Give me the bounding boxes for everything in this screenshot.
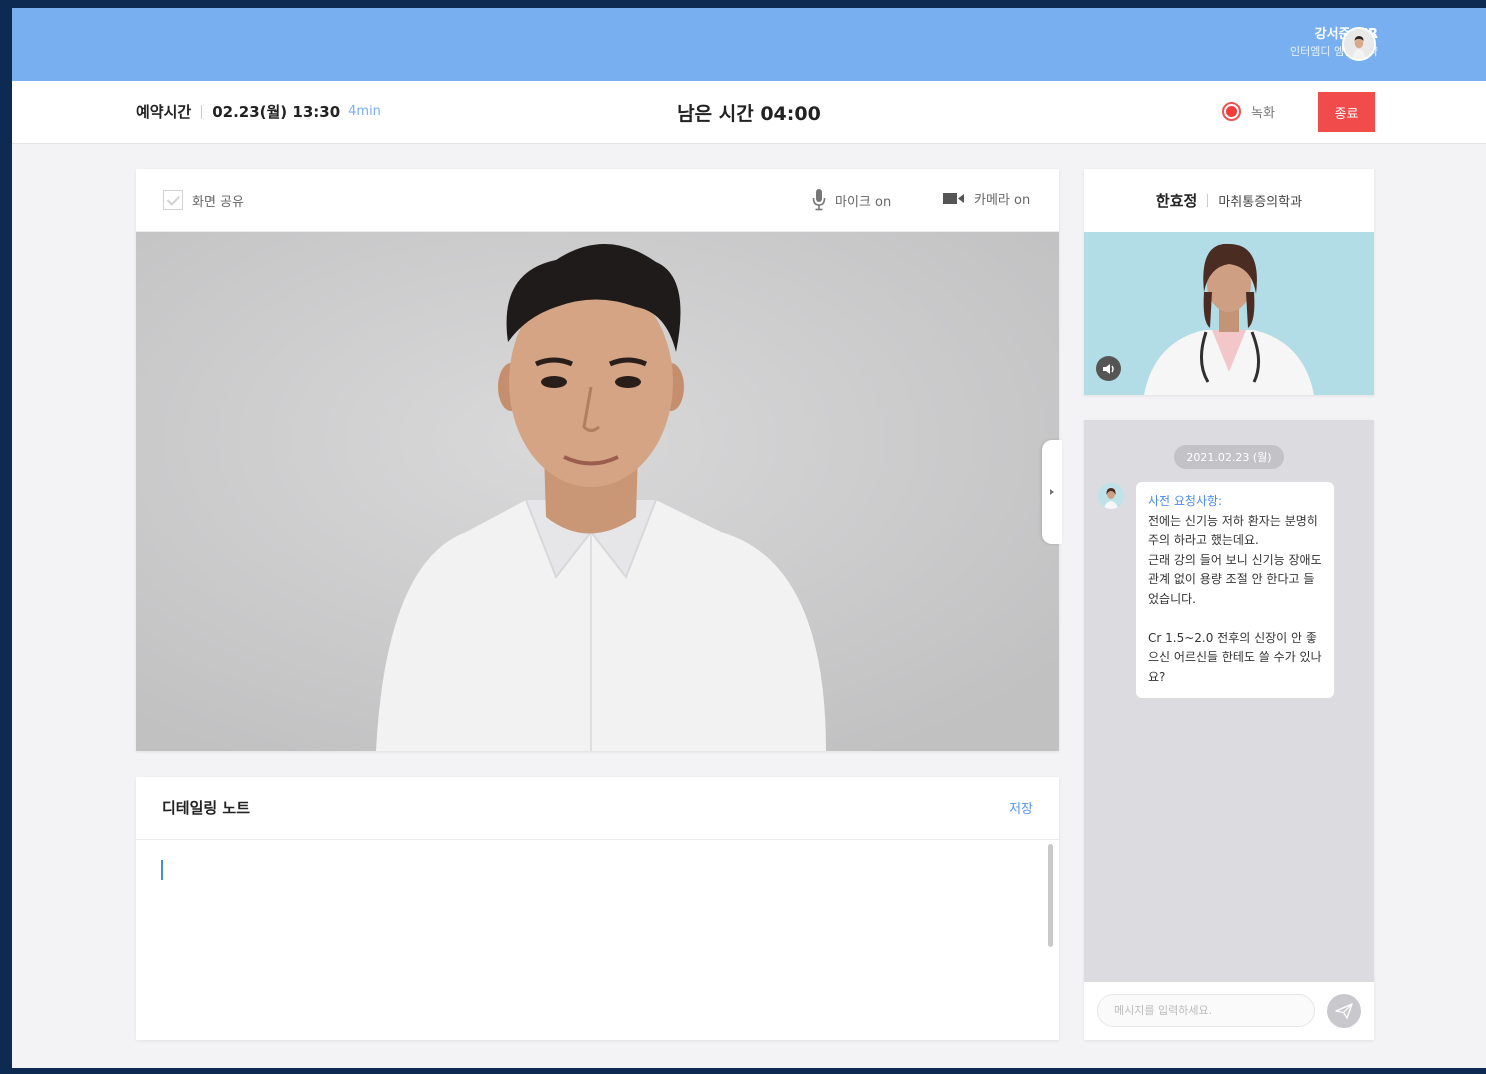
mic-label: 마이크 on <box>835 194 892 210</box>
mic-toggle[interactable]: 마이크 on <box>812 189 891 211</box>
camera-label: 카메라 on <box>974 193 1031 208</box>
doctor-video-image <box>1084 232 1374 395</box>
chat-message-title: 사전 요청사항: <box>1148 494 1223 508</box>
chat-collapse-handle[interactable] <box>1042 440 1062 544</box>
screen-share-toggle[interactable]: 화면 공유 <box>163 190 244 210</box>
user-avatar-image <box>1344 29 1374 59</box>
doctor-avatar-image <box>1098 483 1124 509</box>
chat-message-bubble: 사전 요청사항: 전에는 신기능 저하 환자는 분명히 주의 하라고 했는데요.… <box>1136 482 1334 698</box>
top-bar: 강서준 MR 인터엠디 엠알 제약 <box>12 8 1486 81</box>
screen-share-label: 화면 공유 <box>192 194 244 210</box>
record-label: 녹화 <box>1251 106 1275 121</box>
doctor-name: 한효정 <box>1155 192 1198 210</box>
note-save-button[interactable]: 저장 <box>1009 798 1033 817</box>
chat-panel: 2021.02.23 (월) 사전 요청사항: 전에는 신기능 저하 환자는 분… <box>1084 420 1374 1040</box>
end-button[interactable]: 종료 <box>1318 92 1375 132</box>
app-window: 강서준 MR 인터엠디 엠알 제약 예약시간 02.23(월) 13:30 4m… <box>12 8 1486 1068</box>
camera-toggle[interactable]: 카메라 on <box>943 189 1030 208</box>
note-title: 디테일링 노트 <box>162 799 251 817</box>
detailing-note-panel: 디테일링 노트 저장 <box>136 777 1059 1040</box>
chat-input-bar <box>1084 982 1374 1040</box>
text-caret <box>161 860 163 880</box>
doctor-video-feed <box>1084 232 1374 395</box>
note-textarea[interactable] <box>136 841 1059 1040</box>
person-video-image <box>136 232 1059 751</box>
doctor-chat-avatar <box>1098 483 1124 509</box>
chat-date-badge: 2021.02.23 (월) <box>1174 445 1284 469</box>
remote-video-feed <box>136 232 1059 751</box>
speaker-icon[interactable] <box>1096 356 1121 381</box>
microphone-icon <box>812 189 826 211</box>
paper-plane-icon <box>1335 1003 1353 1019</box>
doctor-department: 마취통증의학과 <box>1218 195 1303 210</box>
send-button[interactable] <box>1327 994 1361 1028</box>
note-scrollbar[interactable] <box>1048 844 1053 947</box>
note-header: 디테일링 노트 저장 <box>136 777 1059 840</box>
main-video-panel: 화면 공유 마이크 on 카메라 on <box>136 169 1059 751</box>
video-camera-icon <box>943 193 964 204</box>
record-dot-icon <box>1222 102 1241 121</box>
checkbox-icon[interactable] <box>163 190 183 210</box>
speaker-glyph <box>1102 363 1114 374</box>
session-header: 예약시간 02.23(월) 13:30 4min 남은 시간 04:00 녹화 … <box>12 81 1486 144</box>
chat-message-text: 전에는 신기능 저하 환자는 분명히 주의 하라고 했는데요. 근래 강의 들어… <box>1148 513 1322 684</box>
chevron-right-icon <box>1050 489 1054 495</box>
user-avatar[interactable] <box>1342 27 1376 61</box>
video-toolbar: 화면 공유 마이크 on 카메라 on <box>136 169 1059 232</box>
record-toggle[interactable]: 녹화 <box>1222 102 1275 121</box>
doctor-video-panel: 한효정 마취통증의학과 <box>1084 169 1374 395</box>
doctor-header: 한효정 마취통증의학과 <box>1084 169 1374 232</box>
divider <box>1207 194 1209 207</box>
chat-message-input[interactable] <box>1097 994 1315 1027</box>
